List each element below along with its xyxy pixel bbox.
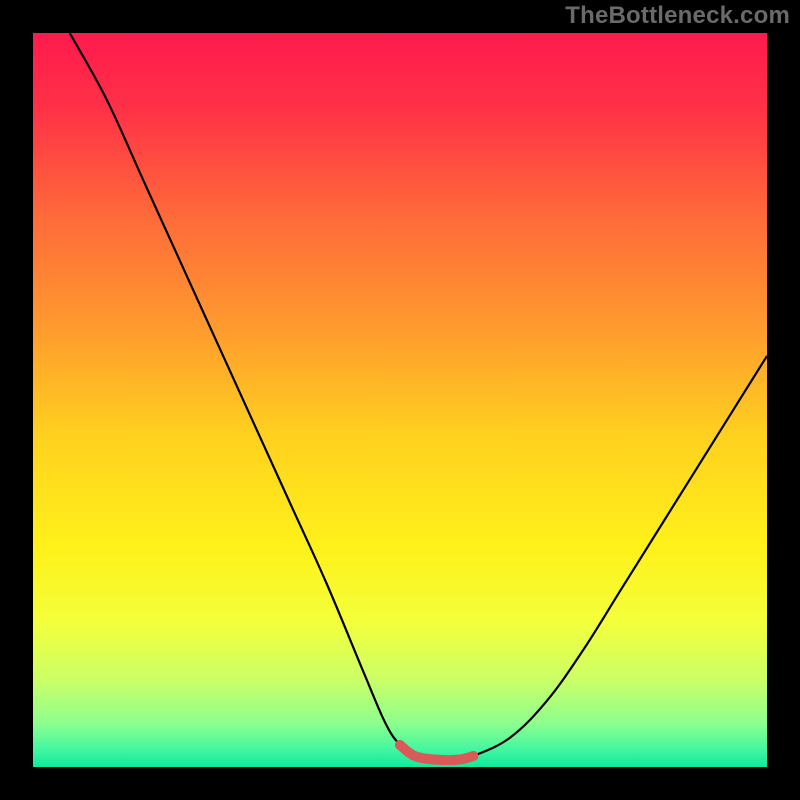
watermark-text: TheBottleneck.com — [565, 2, 790, 30]
marker-endpoint-left-icon — [395, 740, 405, 750]
chart-svg — [33, 33, 767, 767]
outer-frame: TheBottleneck.com — [0, 0, 800, 800]
marker-endpoint-right-icon — [468, 751, 478, 761]
plot-area — [33, 33, 767, 767]
gradient-background — [33, 33, 767, 767]
